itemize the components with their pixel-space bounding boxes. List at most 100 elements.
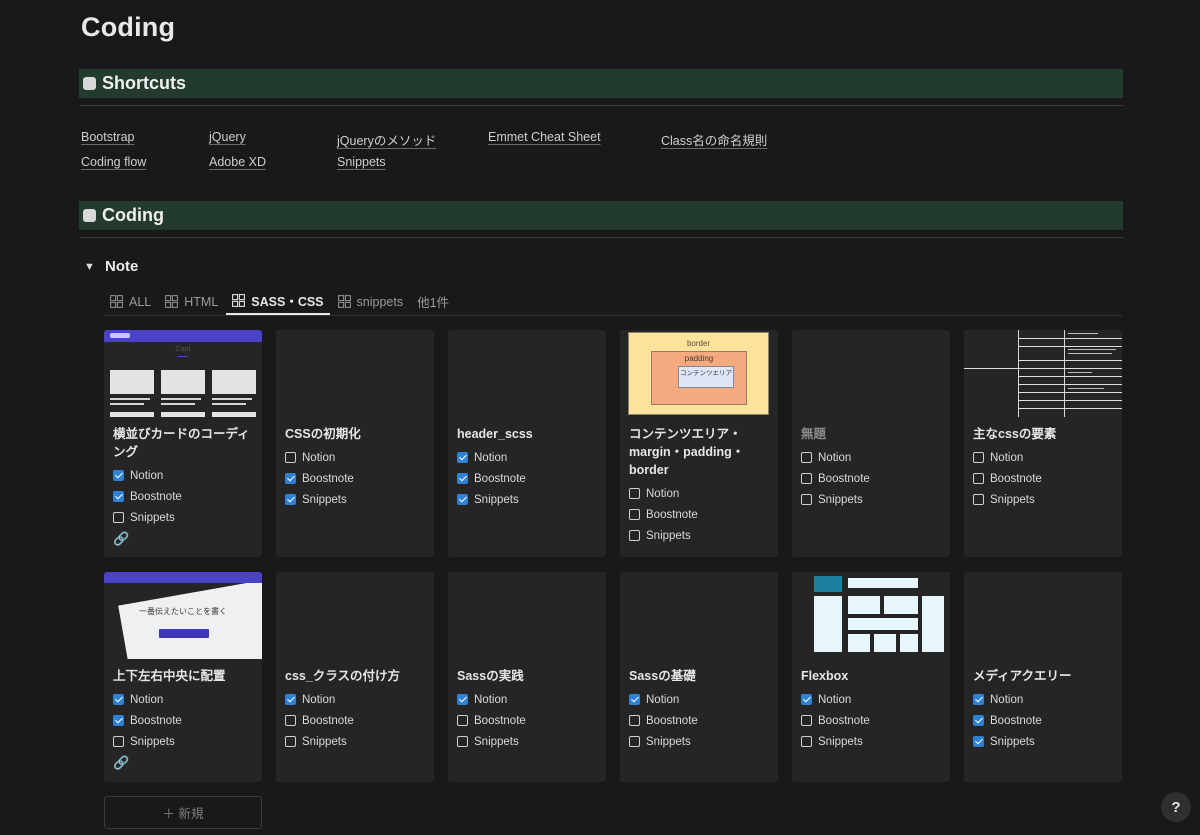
property-boostnote: Boostnote [973, 710, 1113, 731]
shortcut-link-adobe-xd[interactable]: Adobe XD [209, 155, 266, 169]
tab-label: ALL [129, 294, 152, 309]
tab-all[interactable]: ALL [104, 288, 157, 315]
tab-html[interactable]: HTML [159, 288, 224, 315]
note-toggle[interactable]: ▼ Note [84, 258, 138, 275]
checkbox-unchecked[interactable] [629, 509, 640, 520]
property-boostnote: Boostnote [973, 468, 1113, 489]
checkbox-unchecked[interactable] [113, 512, 124, 523]
gallery-card[interactable]: 主なcssの要素 Notion Boostnote Snippets [964, 330, 1122, 557]
card-title: 無題 [801, 427, 827, 441]
checkbox-unchecked[interactable] [285, 452, 296, 463]
gallery-card[interactable]: 無題 Notion Boostnote Snippets [792, 330, 950, 557]
property-snippets: Snippets [801, 489, 941, 510]
tab-label: 他1件 [417, 296, 450, 310]
link-icon[interactable]: 🔗 [113, 755, 129, 771]
gallery-grid-icon [337, 295, 351, 308]
property-notion: Notion [457, 447, 597, 468]
checkbox-unchecked[interactable] [629, 530, 640, 541]
checkbox-unchecked[interactable] [457, 715, 468, 726]
gallery-card[interactable]: Card 横並びカードのコーディング Notion Boostnote Snip… [104, 330, 262, 557]
card-cover-empty [276, 330, 434, 417]
gallery-card[interactable]: Sassの実践 Notion Boostnote Snippets [448, 572, 606, 782]
divider [79, 105, 1123, 106]
gallery-grid-icon [110, 295, 123, 308]
divider [79, 237, 1123, 238]
checkbox-unchecked[interactable] [285, 736, 296, 747]
card-title: 横並びカードのコーディング [113, 427, 250, 459]
checkbox-checked[interactable] [113, 715, 124, 726]
checkbox-unchecked[interactable] [801, 473, 812, 484]
shortcut-link-coding-flow[interactable]: Coding flow [81, 155, 146, 169]
checkbox-unchecked[interactable] [457, 736, 468, 747]
checkbox-unchecked[interactable] [285, 715, 296, 726]
card-cover-empty [448, 572, 606, 659]
card-title: メディアクエリー [973, 669, 1072, 683]
property-notion: Notion [629, 689, 769, 710]
checkbox-unchecked[interactable] [629, 736, 640, 747]
shortcut-link-snippets[interactable]: Snippets [337, 155, 386, 169]
gallery-card[interactable]: 一番伝えたいことを書く 上下左右中央に配置 Notion Boostnote S… [104, 572, 262, 782]
checkbox-checked[interactable] [113, 694, 124, 705]
checkbox-checked[interactable] [457, 452, 468, 463]
link-icon[interactable]: 🔗 [113, 531, 129, 547]
new-card-button[interactable]: ＋ 新規 [104, 796, 262, 829]
property-snippets: Snippets [629, 525, 769, 546]
tab-more[interactable]: 他1件 [411, 288, 455, 315]
shortcut-link-jquery-methods[interactable]: jQueryのメソッド [337, 130, 436, 149]
card-cover-empty [620, 572, 778, 659]
tab-sass-css[interactable]: SASS・CSS [226, 288, 330, 315]
shortcut-link-emmet[interactable]: Emmet Cheat Sheet [488, 130, 601, 144]
checkbox-unchecked[interactable] [973, 494, 984, 505]
checkbox-checked[interactable] [973, 694, 984, 705]
checkbox-checked[interactable] [457, 473, 468, 484]
gallery-card[interactable]: CSSの初期化 Notion Boostnote Snippets [276, 330, 434, 557]
checkbox-checked[interactable] [629, 694, 640, 705]
property-boostnote: Boostnote [801, 468, 941, 489]
gallery-card[interactable]: Sassの基礎 Notion Boostnote Snippets [620, 572, 778, 782]
view-tabs: ALL HTML SASS・CSS snippets 他1件 [104, 288, 1122, 316]
tab-snippets[interactable]: snippets [332, 288, 410, 315]
gallery-card[interactable]: border padding コンテンツエリア コンテンツエリア・margin・… [620, 330, 778, 557]
property-boostnote: Boostnote [457, 710, 597, 731]
property-snippets: Snippets [457, 731, 597, 752]
checkbox-unchecked[interactable] [629, 715, 640, 726]
property-notion: Notion [285, 447, 425, 468]
checkbox-checked[interactable] [285, 494, 296, 505]
shortcut-link-class-naming[interactable]: Class名の命名規則 [661, 130, 767, 149]
checkbox-checked[interactable] [285, 473, 296, 484]
checkbox-checked[interactable] [973, 715, 984, 726]
checkbox-checked[interactable] [801, 694, 812, 705]
card-cover-image: border padding コンテンツエリア [620, 330, 778, 417]
checkbox-unchecked[interactable] [113, 736, 124, 747]
note-toggle-title: Note [105, 258, 139, 275]
property-notion: Notion [285, 689, 425, 710]
gallery-card[interactable]: Flexbox Notion Boostnote Snippets [792, 572, 950, 782]
checkbox-checked[interactable] [285, 694, 296, 705]
square-icon [83, 77, 96, 90]
gallery-card[interactable]: css_クラスの付け方 Notion Boostnote Snippets [276, 572, 434, 782]
property-boostnote: Boostnote [113, 486, 253, 507]
property-notion: Notion [457, 689, 597, 710]
checkbox-unchecked[interactable] [973, 473, 984, 484]
checkbox-unchecked[interactable] [801, 736, 812, 747]
checkbox-checked[interactable] [113, 470, 124, 481]
checkbox-checked[interactable] [973, 736, 984, 747]
triangle-down-icon[interactable]: ▼ [84, 261, 98, 273]
checkbox-checked[interactable] [457, 494, 468, 505]
checkbox-checked[interactable] [113, 491, 124, 502]
shortcut-link-jquery[interactable]: jQuery [209, 130, 246, 144]
checkbox-unchecked[interactable] [801, 494, 812, 505]
property-snippets: Snippets [801, 731, 941, 752]
gallery-card[interactable]: header_scss Notion Boostnote Snippets [448, 330, 606, 557]
checkbox-checked[interactable] [457, 694, 468, 705]
help-button[interactable]: ? [1161, 792, 1191, 822]
shortcut-link-bootstrap[interactable]: Bootstrap [81, 130, 135, 144]
checkbox-unchecked[interactable] [973, 452, 984, 463]
section-title-coding: Coding [102, 205, 164, 225]
gallery-card[interactable]: メディアクエリー Notion Boostnote Snippets [964, 572, 1122, 782]
checkbox-unchecked[interactable] [801, 452, 812, 463]
checkbox-unchecked[interactable] [801, 715, 812, 726]
property-snippets: Snippets [973, 489, 1113, 510]
checkbox-unchecked[interactable] [629, 488, 640, 499]
property-boostnote: Boostnote [629, 504, 769, 525]
